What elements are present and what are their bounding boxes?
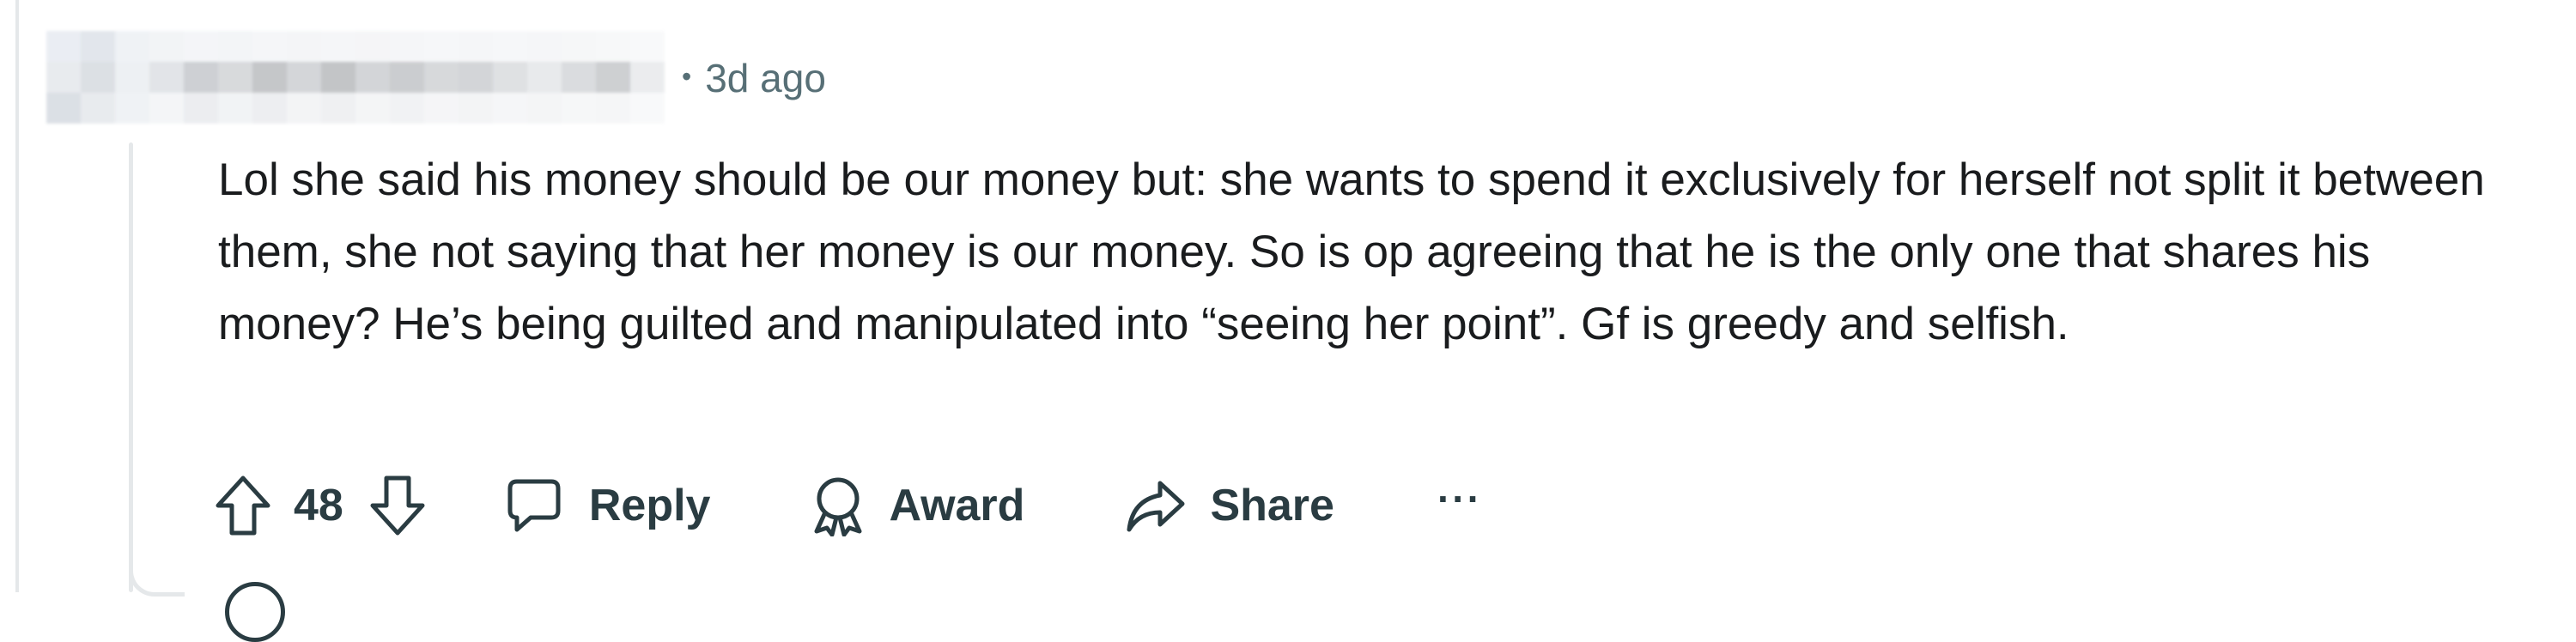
vote-group: 48: [215, 467, 426, 544]
arrow-down-icon[interactable]: [369, 475, 426, 536]
comment-header: • 3d ago: [46, 31, 826, 125]
reply-avatar-icon: [225, 582, 285, 642]
meta-separator: •: [682, 60, 692, 92]
vote-count: 48: [294, 481, 343, 530]
award-ribbon-icon: [808, 475, 868, 536]
reply-button[interactable]: Reply: [505, 467, 711, 544]
thread-line-outer: [15, 0, 19, 592]
share-arrow-icon: [1126, 478, 1186, 533]
comment-action-bar: 48 Reply Award Share ···: [215, 467, 1482, 544]
more-options-button[interactable]: ···: [1437, 460, 1482, 537]
arrow-up-icon[interactable]: [215, 475, 271, 536]
share-label: Share: [1210, 481, 1334, 530]
share-button[interactable]: Share: [1126, 467, 1334, 544]
comment-body: Lol she said his money should be our mon…: [218, 154, 2485, 349]
more-options-icon: ···: [1437, 476, 1482, 521]
reply-label: Reply: [588, 481, 711, 530]
blurred-username: [46, 31, 665, 125]
thread-line-inner[interactable]: [129, 142, 133, 592]
comment-meta: • 3d ago: [682, 52, 826, 104]
speech-bubble-icon: [505, 476, 563, 535]
award-label: Award: [889, 481, 1025, 530]
award-button[interactable]: Award: [808, 467, 1024, 544]
comment-timestamp[interactable]: 3d ago: [705, 55, 826, 101]
thread-line-branch: [129, 549, 185, 597]
